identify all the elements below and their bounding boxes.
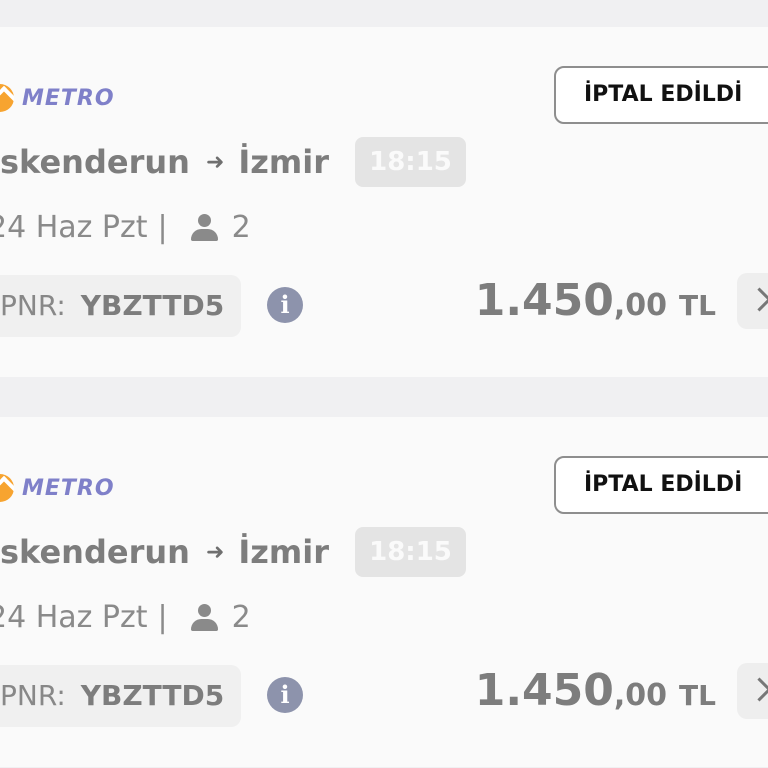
pnr-code: YBZTTD5	[80, 289, 225, 322]
details-button[interactable]	[737, 663, 768, 719]
ticket-card[interactable]: METRO İPTAL EDİLDİ skenderun ➜ İzmir 18:…	[0, 417, 768, 767]
info-icon[interactable]: i	[267, 287, 303, 323]
price-currency: TL	[679, 289, 716, 322]
metro-logo-icon	[0, 473, 14, 503]
trip-meta: 24 Haz Pzt | 2	[0, 207, 251, 247]
price-currency: TL	[679, 679, 716, 712]
route: skenderun ➜ İzmir	[0, 137, 329, 187]
details-button[interactable]	[737, 273, 768, 329]
status-badge-cancelled[interactable]: İPTAL EDİLDİ	[554, 456, 768, 514]
arrival-city: İzmir	[238, 143, 329, 181]
operator-name: METRO	[22, 475, 115, 501]
ticket-price: 1.450 ,00 TL	[475, 275, 716, 335]
pnr-label: PNR:	[0, 289, 66, 322]
ticket-price: 1.450 ,00 TL	[475, 665, 716, 725]
passenger-count: 2	[231, 209, 251, 245]
pnr-label: PNR:	[0, 679, 66, 712]
arrival-city: İzmir	[238, 533, 329, 571]
departure-time: 18:15	[355, 137, 466, 187]
meta-separator: |	[157, 209, 168, 245]
passenger-count: 2	[231, 599, 251, 635]
departure-city: skenderun	[0, 533, 190, 571]
arrow-right-icon: ➜	[205, 149, 225, 175]
pnr-chip: PNR: YBZTTD5	[0, 665, 241, 727]
price-major: 1.450	[474, 665, 614, 716]
price-major: 1.450	[474, 275, 614, 326]
ticket-card[interactable]: METRO İPTAL EDİLDİ skenderun ➜ İzmir 18:…	[0, 27, 768, 377]
pnr-chip: PNR: YBZTTD5	[0, 275, 241, 337]
metro-logo-icon	[0, 83, 14, 113]
price-minor: ,00	[613, 288, 668, 323]
person-icon	[190, 602, 218, 632]
departure-city: skenderun	[0, 143, 190, 181]
departure-time: 18:15	[355, 527, 466, 577]
status-badge-cancelled[interactable]: İPTAL EDİLDİ	[554, 66, 768, 124]
arrow-right-icon: ➜	[205, 539, 225, 565]
chevron-right-icon	[747, 287, 768, 312]
operator-name: METRO	[22, 85, 115, 111]
meta-separator: |	[157, 599, 168, 635]
route: skenderun ➜ İzmir	[0, 527, 329, 577]
chevron-right-icon	[747, 677, 768, 702]
trip-date: 24 Haz Pzt	[0, 599, 148, 635]
pnr-code: YBZTTD5	[80, 679, 225, 712]
trip-date: 24 Haz Pzt	[0, 209, 148, 245]
person-icon	[190, 212, 218, 242]
price-minor: ,00	[613, 678, 668, 713]
trip-meta: 24 Haz Pzt | 2	[0, 597, 251, 637]
operator-logo: METRO	[0, 83, 115, 113]
bookings-list: METRO İPTAL EDİLDİ skenderun ➜ İzmir 18:…	[0, 0, 768, 768]
info-icon[interactable]: i	[267, 677, 303, 713]
operator-logo: METRO	[0, 473, 115, 503]
